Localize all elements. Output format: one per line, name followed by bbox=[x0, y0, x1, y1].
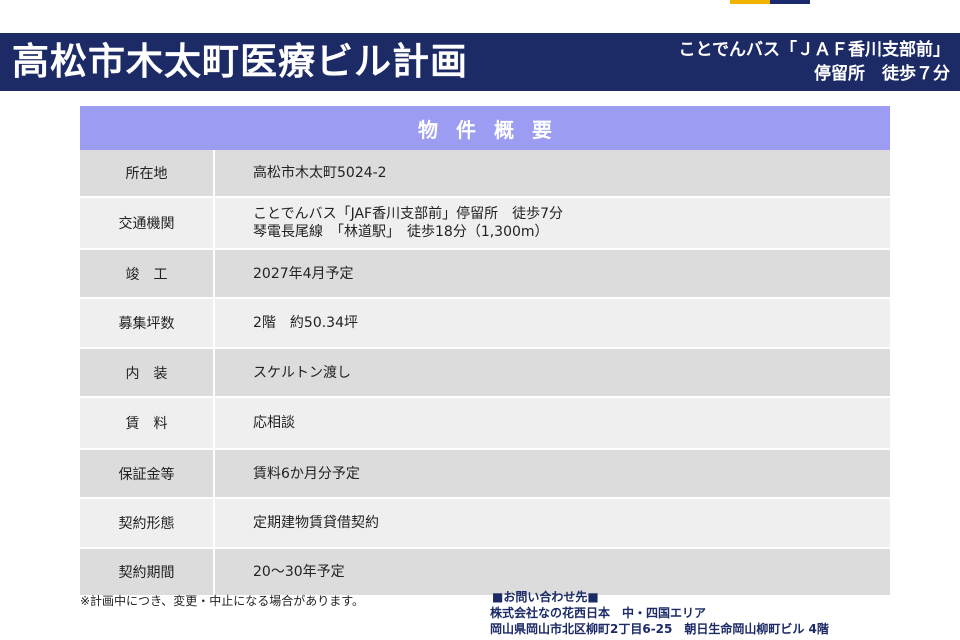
summary-row-value: 定期建物賃貸借契約 bbox=[215, 499, 379, 547]
disclaimer-note: ※計画中につき、変更・中止になる場合があります。 bbox=[80, 594, 365, 608]
summary-row-value: スケルトン渡し bbox=[215, 349, 351, 396]
summary-row-value: 2027年4月予定 bbox=[215, 250, 354, 297]
summary-row-value-line: 琴電長尾線 「林道駅」 徒歩18分（1,300m） bbox=[253, 224, 549, 240]
summary-row-label: 募集坪数 bbox=[80, 299, 215, 347]
summary-row-value-line: 20～30年予定 bbox=[253, 564, 345, 580]
summary-row: 保証金等 賃料6か月分予定 bbox=[80, 450, 890, 499]
logo-strip-navy bbox=[770, 0, 810, 4]
summary-row-label: 保証金等 bbox=[80, 450, 215, 497]
summary-row: 所在地 高松市木太町5024-2 bbox=[80, 150, 890, 198]
summary-row-label: 竣 工 bbox=[80, 250, 215, 297]
summary-row-value-line: 2階 約50.34坪 bbox=[253, 315, 358, 331]
summary-row: 募集坪数 2階 約50.34坪 bbox=[80, 299, 890, 349]
summary-row: 内 装 スケルトン渡し bbox=[80, 349, 890, 398]
summary-row: 交通機関 ことでんバス「JAF香川支部前」停留所 徒歩7分 琴電長尾線 「林道駅」 … bbox=[80, 198, 890, 250]
summary-row-value: 応相談 bbox=[215, 398, 295, 448]
summary-row: 竣 工 2027年4月予定 bbox=[80, 250, 890, 299]
summary-row-label: 内 装 bbox=[80, 349, 215, 396]
summary-row-value-line: 2027年4月予定 bbox=[253, 265, 354, 282]
summary-row-value: 2階 約50.34坪 bbox=[215, 299, 358, 347]
summary-row-value: 高松市木太町5024-2 bbox=[215, 150, 387, 196]
logo-strip bbox=[730, 0, 810, 4]
contact-company: 株式会社なの花西日本 中・四国エリア bbox=[490, 606, 707, 620]
summary-row-value: ことでんバス「JAF香川支部前」停留所 徒歩7分 琴電長尾線 「林道駅」 徒歩18… bbox=[215, 198, 563, 248]
header-access-info: ことでんバス「ＪＡＦ香川支部前」 停留所 徒歩７分 bbox=[679, 38, 951, 86]
summary-row-value-line: 賃料6か月分予定 bbox=[253, 465, 360, 482]
summary-heading: 物件概要 bbox=[80, 106, 890, 150]
summary-row-value-line: スケルトン渡し bbox=[253, 364, 351, 381]
page-title: 高松市木太町医療ビル計画 bbox=[12, 40, 468, 83]
page: 高松市木太町医療ビル計画 ことでんバス「ＪＡＦ香川支部前」 停留所 徒歩７分 物… bbox=[0, 0, 960, 640]
summary-row-label: 賃 料 bbox=[80, 398, 215, 448]
summary-row-label: 所在地 bbox=[80, 150, 215, 196]
summary-row-label: 交通機関 bbox=[80, 198, 215, 248]
summary-row: 契約形態 定期建物賃貸借契約 bbox=[80, 499, 890, 549]
summary-row-value-line: ことでんバス「JAF香川支部前」停留所 徒歩7分 bbox=[253, 206, 563, 222]
contact-address: 岡山県岡山市北区柳町2丁目6-25 朝日生命岡山柳町ビル 4階 bbox=[490, 622, 829, 636]
summary-row-label: 契約期間 bbox=[80, 549, 215, 595]
summary-row-label: 契約形態 bbox=[80, 499, 215, 547]
property-summary-table: 物件概要 所在地 高松市木太町5024-2 交通機関 ことでんバス「JAF香川支部前」… bbox=[80, 106, 890, 597]
contact-info: ■お問い合わせ先■ 株式会社なの花西日本 中・四国エリア 岡山県岡山市北区柳町2… bbox=[490, 589, 829, 637]
summary-row-value: 賃料6か月分予定 bbox=[215, 450, 360, 497]
summary-rows: 所在地 高松市木太町5024-2 交通機関 ことでんバス「JAF香川支部前」停留所 徒… bbox=[80, 150, 890, 597]
header-banner: 高松市木太町医療ビル計画 ことでんバス「ＪＡＦ香川支部前」 停留所 徒歩７分 bbox=[0, 33, 960, 91]
header-access-line2: 停留所 徒歩７分 bbox=[814, 64, 950, 84]
summary-row-value-line: 定期建物賃貸借契約 bbox=[253, 515, 379, 531]
summary-row-value: 20～30年予定 bbox=[215, 549, 345, 595]
summary-row: 賃 料 応相談 bbox=[80, 398, 890, 450]
summary-row-value-line: 高松市木太町5024-2 bbox=[253, 165, 387, 181]
logo-strip-yellow bbox=[730, 0, 770, 4]
contact-heading: ■お問い合わせ先■ bbox=[492, 590, 599, 604]
header-access-line1: ことでんバス「ＪＡＦ香川支部前」 bbox=[678, 40, 951, 60]
summary-row-value-line: 応相談 bbox=[253, 415, 295, 431]
